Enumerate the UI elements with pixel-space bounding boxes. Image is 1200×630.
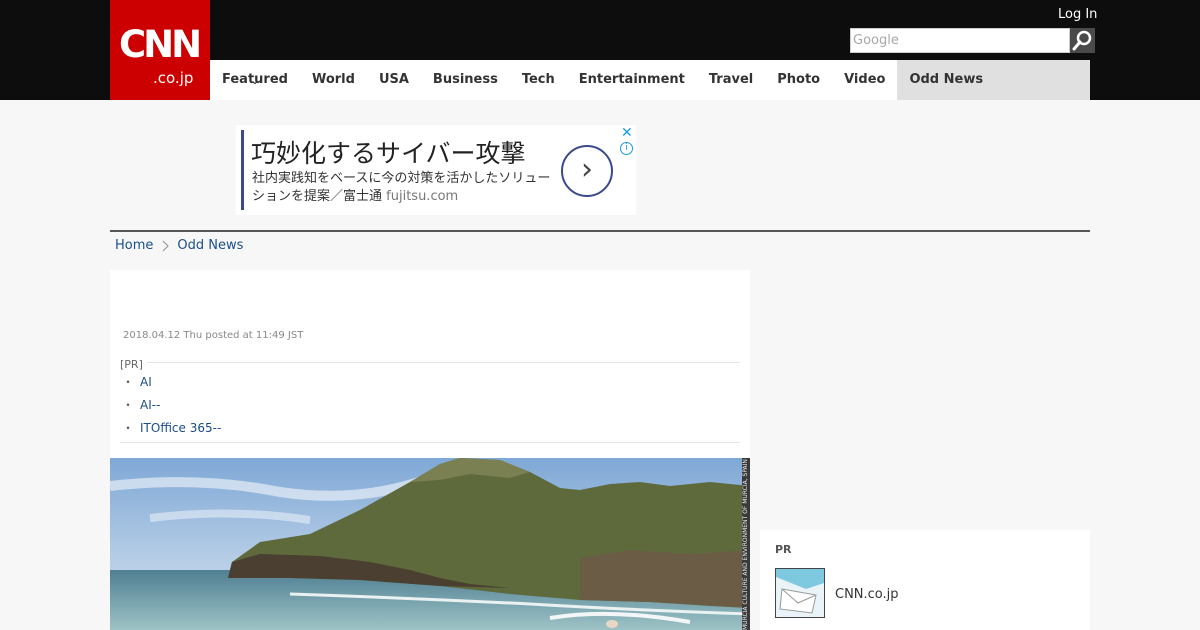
pr-divider [147,362,740,363]
cnn-logo[interactable]: CNN .co.jp [110,0,210,100]
nav-item-label: Odd News [909,72,984,87]
list-item: ・ AI [122,374,221,397]
posted-date: 2018.04.12 Thu posted at 11:49 JST [123,330,304,341]
pr-label: [PR] [120,358,143,371]
ad-description: 社内実践知をベースに今の対策を活かしたソリューションを提案／富士通 fujits… [252,170,552,206]
pr-bottom-divider [120,442,740,443]
nav-item-usa[interactable]: USA [367,60,421,100]
nav-item-business[interactable]: Business [421,60,510,100]
photo-credit: MURCIA CULTURE AND ENVIRONMENT OF MURCIA… [742,458,750,630]
pr-link[interactable]: AI-- [140,398,160,412]
breadcrumb-home[interactable]: Home [115,238,153,253]
bullet: ・ [122,375,135,389]
ad-domain[interactable]: fujitsu.com [386,189,458,204]
sidebar-pr-box: PR CNN.co.jp [760,530,1090,630]
main-nav: Featured ⌄ World USA Business Tech Enter… [210,60,1090,100]
nav-item-video[interactable]: Video [832,60,897,100]
nav-item-entertainment[interactable]: Entertainment [567,60,697,100]
chevron-right-icon [162,240,170,251]
breadcrumb: Home Odd News [115,238,243,253]
nav-filler [995,60,1090,100]
sidebar-pr-label: PR [775,543,792,556]
article-card: 2018.04.12 Thu posted at 11:49 JST [PR] … [110,270,750,630]
pr-link[interactable]: ITOffice 365-- [140,421,221,435]
ad-accent-bar [241,130,244,210]
nav-item-world[interactable]: World [300,60,367,100]
nav-item-label: USA [378,72,409,87]
article-photo[interactable]: MURCIA CULTURE AND ENVIRONMENT OF MURCIA… [110,458,750,630]
nav-item-odd-news[interactable]: Odd News [897,60,996,100]
bullet: ・ [122,398,135,412]
nav-item-label: Travel [708,72,754,87]
sidebar-item-text[interactable]: CNN.co.jp [835,587,899,602]
section-divider [110,230,1090,232]
chevron-down-icon: ⌄ [250,76,260,87]
nav-item-travel[interactable]: Travel [697,60,765,100]
nav-item-label: Entertainment [578,72,685,87]
nav-item-photo[interactable]: Photo [765,60,832,100]
logo-subtext: .co.jp [153,69,194,87]
nav-item-featured[interactable]: Featured ⌄ [210,60,300,100]
search-icon [1072,30,1092,51]
info-icon[interactable]: i [620,142,633,155]
list-item: ・ AI-- [122,397,221,420]
bullet: ・ [122,421,135,435]
breadcrumb-current[interactable]: Odd News [177,238,243,253]
nav-item-label: Video [844,72,886,87]
chevron-right-icon[interactable]: › [561,145,613,197]
ad-banner[interactable]: 巧妙化するサイバー攻撃 社内実践知をベースに今の対策を活かしたソリューションを提… [236,125,636,215]
nav-item-label: Tech [521,72,555,87]
envelope-icon [776,569,824,617]
search-input[interactable] [850,28,1070,53]
photo-credit-text: MURCIA CULTURE AND ENVIRONMENT OF MURCIA… [742,459,749,630]
search-button[interactable] [1070,28,1095,53]
list-item: ・ ITOffice 365-- [122,420,221,443]
pr-link[interactable]: AI [140,375,152,389]
nav-item-label: World [311,72,355,87]
login-link[interactable]: Log In [1058,7,1097,22]
coastal-landscape-image [110,458,750,630]
pr-link-list: ・ AI ・ AI-- ・ ITOffice 365-- [122,374,221,443]
nav-item-label: Photo [777,72,821,87]
nav-item-label: Business [432,72,498,87]
close-icon[interactable]: ✕ [621,125,633,141]
logo-text: CNN [119,23,202,66]
email-thumbnail[interactable] [775,568,825,618]
nav-item-tech[interactable]: Tech [510,60,567,100]
ad-title[interactable]: 巧妙化するサイバー攻撃 [251,134,526,170]
